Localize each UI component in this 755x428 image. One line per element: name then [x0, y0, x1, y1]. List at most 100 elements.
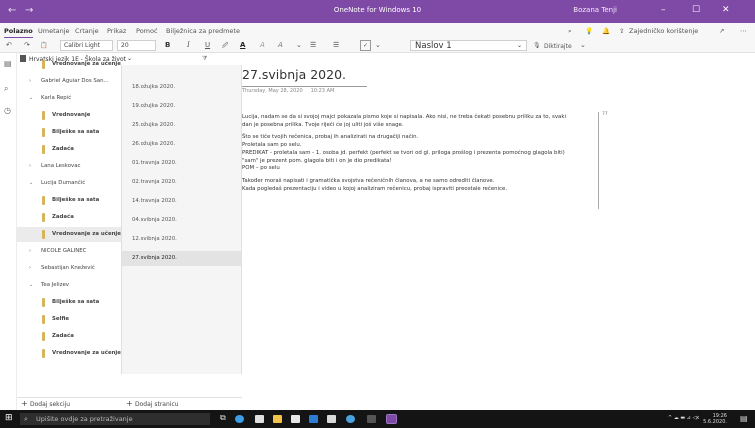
page-item[interactable]: 27.svibnja 2020.: [122, 251, 241, 266]
note-line[interactable]: Lucija, nadam se da si svojoj majci poka…: [242, 114, 604, 122]
page-item[interactable]: 01.travnja 2020.: [122, 156, 241, 171]
filter-icon[interactable]: ⧩: [202, 55, 207, 63]
section-item[interactable]: Bilješke sa sata: [17, 125, 121, 140]
expand-icon[interactable]: ↗: [719, 27, 724, 35]
section-item[interactable]: Zadaća: [17, 210, 121, 225]
page-item[interactable]: 12.svibnja 2020.: [122, 232, 241, 247]
chevron-right-icon[interactable]: ›: [29, 244, 31, 259]
section-group[interactable]: ⌄ Lucija Dumančić: [17, 176, 121, 191]
section-item[interactable]: Vrednovanje: [17, 108, 121, 123]
notebooks-icon[interactable]: ▤: [4, 59, 13, 68]
redo-icon[interactable]: ↷: [24, 41, 30, 50]
section-group[interactable]: › NICOLE GALINEC: [17, 244, 121, 259]
more-options-icon[interactable]: ⋯: [740, 27, 747, 35]
section-item[interactable]: Vrednovanje za učenje: [17, 227, 121, 242]
chevron-down-icon[interactable]: ⌄: [29, 176, 33, 191]
windows-start-icon[interactable]: ⊞: [5, 413, 13, 423]
note-line[interactable]: Proletala sam po selu.: [242, 142, 604, 150]
maximize-icon[interactable]: ☐: [692, 5, 700, 15]
page-title[interactable]: 27.svibnja 2020.: [242, 67, 346, 82]
tab-pomoc[interactable]: Pomoć: [136, 27, 158, 35]
app-icon-2[interactable]: [367, 415, 376, 423]
tab-crtanje[interactable]: Crtanje: [75, 27, 99, 35]
highlight-icon[interactable]: 🖉: [222, 41, 228, 50]
section-item[interactable]: Zadaća: [17, 329, 121, 344]
note-line[interactable]: Također moraš napisati i gramatička svoj…: [242, 178, 604, 186]
system-tray-icons[interactable]: ^ ☁ ▬ ⊿ ◁x: [668, 415, 699, 421]
note-line[interactable]: Što se tiče tvojih rečenica, probaj ih a…: [242, 134, 604, 142]
add-page-button[interactable]: Dodaj stranicu: [135, 401, 179, 408]
section-group[interactable]: › Gabriel Aguiar Dos San...: [17, 74, 121, 89]
task-view-icon[interactable]: ⧉: [220, 413, 226, 423]
section-group[interactable]: › Sebastijan Knežević: [17, 261, 121, 276]
taskbar-search[interactable]: ⌕ Upišite ovdje za pretraživanje: [20, 413, 210, 425]
font-color-button[interactable]: A: [240, 41, 245, 50]
note-line[interactable]: Kada pogledaš prezentaciju i video u koj…: [242, 186, 604, 194]
page-item[interactable]: 18.ožujka 2020.: [122, 80, 241, 95]
section-item[interactable]: Bilješke sa sata: [17, 193, 121, 208]
numbering-icon[interactable]: ☰: [333, 41, 339, 50]
page-canvas[interactable]: 27.svibnja 2020. Thursday, May 28, 2020 …: [242, 53, 755, 410]
minimize-icon[interactable]: –: [661, 5, 666, 15]
section-group[interactable]: ⌄ Karla Repić: [17, 91, 121, 106]
note-line[interactable]: "sam" je prezent pom. glagola biti i on …: [242, 158, 604, 166]
note-body[interactable]: Lucija, nadam se da si svojoj majci poka…: [242, 114, 604, 193]
font-size-select[interactable]: 20: [117, 40, 156, 51]
share-button[interactable]: Zajedničko korištenje: [629, 27, 698, 35]
file-explorer-icon[interactable]: [273, 415, 282, 423]
dictate-dropdown-icon[interactable]: ⌄: [580, 41, 586, 50]
notifications-icon[interactable]: ▤: [740, 414, 748, 423]
share-icon[interactable]: ⇪: [619, 27, 624, 35]
undo-icon[interactable]: ↶: [6, 41, 12, 50]
tab-polazno[interactable]: Polazno: [4, 27, 33, 38]
dictate-button[interactable]: Diktirajte: [544, 42, 572, 51]
note-line[interactable]: POM – po selu: [242, 165, 604, 173]
clear-formatting-icon[interactable]: A: [260, 41, 265, 50]
close-icon[interactable]: ✕: [722, 5, 730, 15]
section-item[interactable]: Selfie: [17, 312, 121, 327]
chevron-down-icon[interactable]: ⌄: [127, 55, 132, 62]
page-item[interactable]: 25.ožujka 2020.: [122, 118, 241, 133]
note-line[interactable]: PREDIKAT - proletala sam - 1. osoba jd. …: [242, 150, 604, 158]
mail-icon[interactable]: [327, 415, 336, 423]
page-item[interactable]: 02.travnja 2020.: [122, 175, 241, 190]
section-item[interactable]: Vrednovanje za učenje: [17, 346, 121, 361]
section-group[interactable]: ⌄ Tea Jelizev: [17, 278, 121, 293]
store-icon[interactable]: [255, 415, 264, 423]
tag-dropdown-icon[interactable]: ⌄: [375, 41, 381, 50]
search-icon[interactable]: ⌕: [568, 27, 572, 36]
page-item[interactable]: 14.travnja 2020.: [122, 194, 241, 209]
clock[interactable]: 19:26 5.6.2020.: [703, 413, 727, 425]
user-name[interactable]: Bozana Tenji: [573, 6, 617, 14]
checkbox-tag-icon[interactable]: ✓: [360, 40, 371, 51]
chevron-down-icon[interactable]: ⌄: [29, 91, 33, 106]
microphone-icon[interactable]: 🎙: [533, 41, 541, 50]
underline-button[interactable]: U: [205, 41, 210, 50]
tab-biljeznica[interactable]: Bilježnica za predmete: [166, 27, 240, 35]
search-icon[interactable]: ⌕: [4, 84, 13, 93]
page-item[interactable]: 19.ožujka 2020.: [122, 99, 241, 114]
chevron-down-icon[interactable]: ⌄: [29, 278, 33, 293]
bold-button[interactable]: B: [165, 41, 170, 50]
more-formatting-icon[interactable]: ⌄: [296, 41, 302, 50]
plus-icon[interactable]: +: [126, 400, 133, 408]
chevron-right-icon[interactable]: ›: [29, 74, 31, 89]
chrome-icon[interactable]: [346, 415, 355, 423]
section-item[interactable]: Vrednovanje za učenje: [17, 57, 121, 72]
style-select[interactable]: Naslov 1 ⌄: [410, 40, 527, 51]
bell-icon[interactable]: 🔔: [602, 27, 610, 35]
plus-icon[interactable]: +: [21, 400, 28, 408]
app-icon[interactable]: [291, 415, 300, 423]
chevron-right-icon[interactable]: ›: [29, 261, 31, 276]
page-item[interactable]: 04.svibnja 2020.: [122, 213, 241, 228]
section-group[interactable]: › Lana Leskovac: [17, 159, 121, 174]
section-item[interactable]: Zadaća: [17, 142, 121, 157]
lightbulb-icon[interactable]: 💡: [585, 27, 593, 35]
text-effects-icon[interactable]: A: [278, 41, 283, 50]
section-item[interactable]: Bilješke sa sata: [17, 295, 121, 310]
edge-icon[interactable]: [235, 415, 244, 423]
onenote-taskbar-icon[interactable]: [386, 414, 397, 424]
tab-prikaz[interactable]: Prikaz: [107, 27, 126, 35]
add-section-button[interactable]: Dodaj sekciju: [30, 401, 70, 408]
italic-button[interactable]: I: [187, 41, 190, 50]
